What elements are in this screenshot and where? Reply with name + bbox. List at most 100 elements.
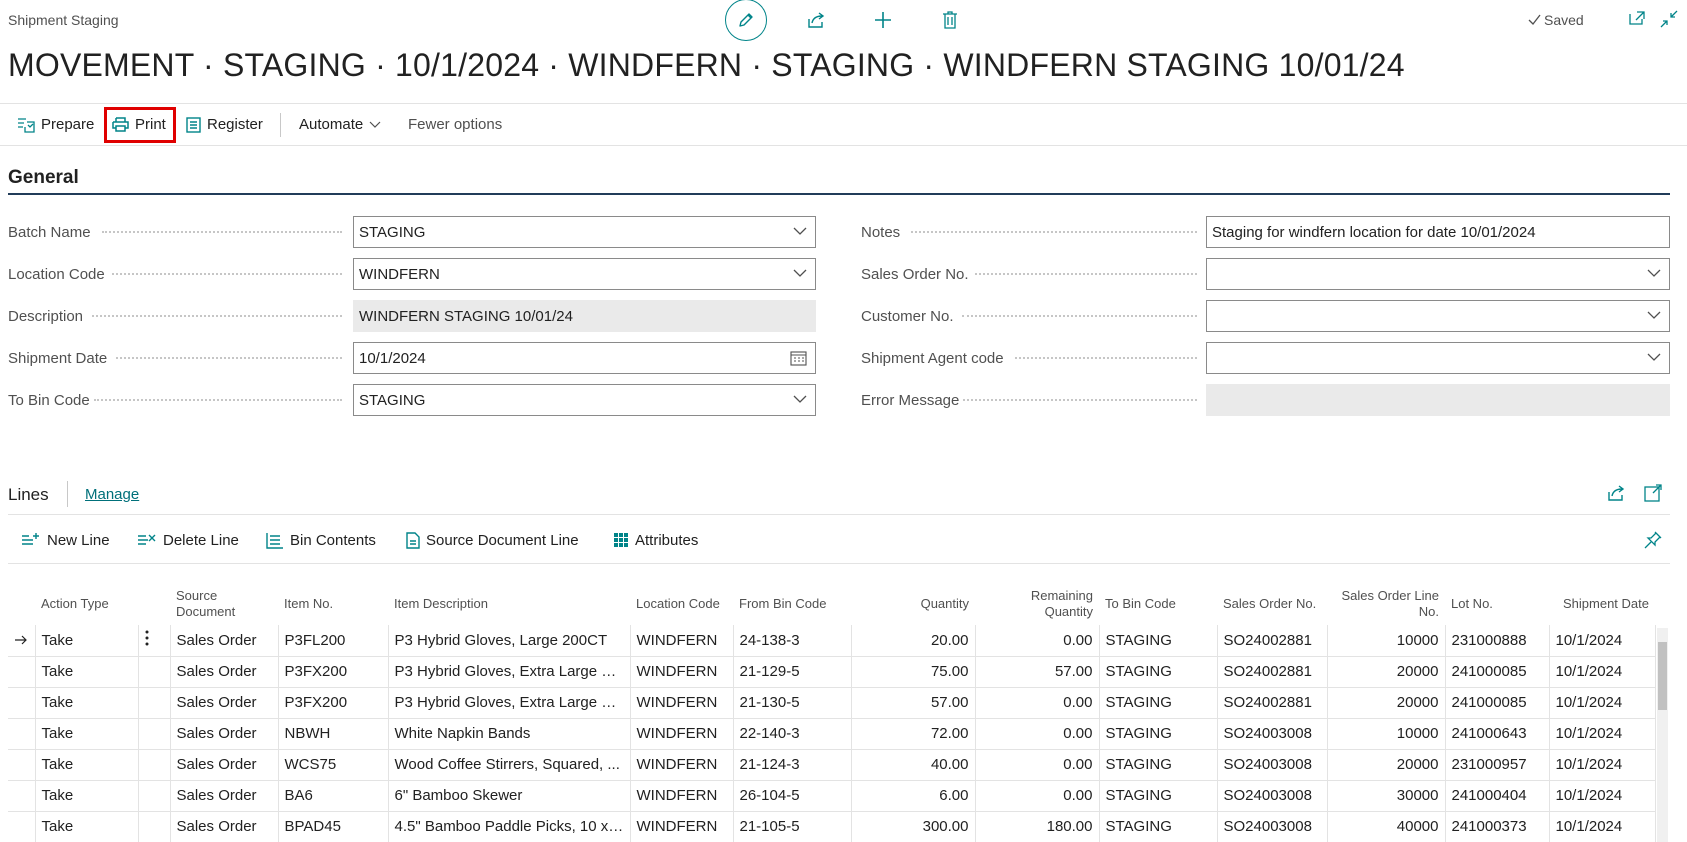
cell-location-code[interactable]: WINDFERN [630, 749, 734, 781]
row-menu[interactable] [138, 718, 171, 750]
cell-from-bin-code[interactable]: 24-138-3 [733, 625, 852, 657]
shipment-date-field[interactable]: 10/1/2024 [353, 342, 816, 374]
cell-item-description[interactable]: Wood Coffee Stirrers, Squared, ... [388, 749, 631, 781]
column-header-item-description[interactable]: Item Description [388, 583, 630, 625]
cell-from-bin-code[interactable]: 21-129-5 [733, 656, 852, 688]
cell-item-no[interactable]: BPAD45 [278, 811, 389, 842]
cell-source-document[interactable]: Sales Order [170, 749, 279, 781]
cell-sales-order-no[interactable]: SO24003008 [1217, 718, 1328, 750]
cell-remaining-quantity[interactable]: 180.00 [975, 811, 1100, 842]
cell-location-code[interactable]: WINDFERN [630, 687, 734, 719]
cell-location-code[interactable]: WINDFERN [630, 656, 734, 688]
table-row[interactable]: Take Sales Order BPAD45 4.5" Bamboo Paddle … [8, 811, 1656, 842]
new-line-button[interactable]: New Line [21, 528, 110, 552]
cell-item-description[interactable]: P3 Hybrid Gloves, Extra Large 20... [388, 687, 631, 719]
cell-sales-order-no[interactable]: SO24003008 [1217, 780, 1328, 812]
cell-remaining-quantity[interactable]: 0.00 [975, 625, 1100, 657]
cell-from-bin-code[interactable]: 21-130-5 [733, 687, 852, 719]
cell-item-description[interactable]: P3 Hybrid Gloves, Large 200CT [388, 625, 631, 657]
column-header-quantity[interactable]: Quantity [851, 583, 975, 625]
cell-source-document[interactable]: Sales Order [170, 718, 279, 750]
cell-action-type[interactable]: Take [35, 625, 139, 657]
cell-action-type[interactable]: Take [35, 656, 139, 688]
row-menu[interactable] [138, 656, 171, 688]
cell-remaining-quantity[interactable]: 0.00 [975, 687, 1100, 719]
bin-contents-button[interactable]: Bin Contents [266, 528, 376, 552]
table-row[interactable]: Take Sales Order WCS75 Wood Coffee Stirrers… [8, 749, 1656, 781]
cell-lot-no[interactable]: 231000888 [1445, 625, 1550, 657]
cell-source-document[interactable]: Sales Order [170, 780, 279, 812]
cell-location-code[interactable]: WINDFERN [630, 780, 734, 812]
table-row[interactable]: Take Sales Order P3FX200 P3 Hybrid Gloves, … [8, 687, 1656, 719]
cell-quantity[interactable]: 40.00 [851, 749, 976, 781]
cell-item-description[interactable]: 4.5" Bamboo Paddle Picks, 10 x ... [388, 811, 631, 842]
cell-location-code[interactable]: WINDFERN [630, 718, 734, 750]
cell-remaining-quantity[interactable]: 57.00 [975, 656, 1100, 688]
cell-quantity[interactable]: 20.00 [851, 625, 976, 657]
table-row[interactable]: Take Sales Order NBWH White Napkin Bands WIN… [8, 718, 1656, 750]
cell-sales-order-line-no[interactable]: 10000 [1327, 625, 1446, 657]
row-selector[interactable] [8, 749, 36, 781]
cell-location-code[interactable]: WINDFERN [630, 811, 734, 842]
row-selector[interactable] [8, 687, 36, 719]
column-header-shipment-date[interactable]: Shipment Date [1549, 583, 1655, 625]
cell-action-type[interactable]: Take [35, 780, 139, 812]
attributes-button[interactable]: Attributes [613, 528, 698, 552]
pin-icon[interactable] [1644, 531, 1662, 549]
edit-button[interactable] [725, 0, 767, 41]
batch-name-field[interactable]: STAGING [353, 216, 816, 248]
column-header-location-code[interactable]: Location Code [630, 583, 733, 625]
cell-shipment-date[interactable]: 10/1/2024 [1549, 718, 1656, 750]
cell-to-bin-code[interactable]: STAGING [1099, 811, 1218, 842]
cell-sales-order-line-no[interactable]: 20000 [1327, 656, 1446, 688]
column-header-lot-no[interactable]: Lot No. [1445, 583, 1549, 625]
cell-to-bin-code[interactable]: STAGING [1099, 625, 1218, 657]
cell-quantity[interactable]: 57.00 [851, 687, 976, 719]
cell-shipment-date[interactable]: 10/1/2024 [1549, 625, 1656, 657]
cell-item-no[interactable]: BA6 [278, 780, 389, 812]
row-menu[interactable] [138, 780, 171, 812]
notes-field[interactable]: Staging for windfern location for date 1… [1206, 216, 1670, 248]
cell-item-description[interactable]: White Napkin Bands [388, 718, 631, 750]
cell-action-type[interactable]: Take [35, 749, 139, 781]
delete-button[interactable] [932, 2, 968, 38]
cell-from-bin-code[interactable]: 21-105-5 [733, 811, 852, 842]
table-row[interactable]: Take Sales Order BA6 6" Bamboo Skewer WINDFE… [8, 780, 1656, 812]
cell-shipment-date[interactable]: 10/1/2024 [1549, 656, 1656, 688]
cell-action-type[interactable]: Take [35, 811, 139, 842]
cell-sales-order-line-no[interactable]: 40000 [1327, 811, 1446, 842]
row-selector[interactable] [8, 780, 36, 812]
fewer-options-button[interactable]: Fewer options [408, 104, 502, 145]
column-header-sales-order-no[interactable]: Sales Order No. [1217, 583, 1327, 625]
cell-from-bin-code[interactable]: 21-124-3 [733, 749, 852, 781]
cell-to-bin-code[interactable]: STAGING [1099, 687, 1218, 719]
column-header-item-no[interactable]: Item No. [278, 583, 388, 625]
column-header-sales-order-line-no[interactable]: Sales Order Line No. [1327, 583, 1445, 625]
cell-sales-order-no[interactable]: SO24003008 [1217, 749, 1328, 781]
cell-source-document[interactable]: Sales Order [170, 656, 279, 688]
column-header-remaining-quantity[interactable]: Remaining Quantity [975, 583, 1099, 625]
cell-remaining-quantity[interactable]: 0.00 [975, 780, 1100, 812]
lines-scrollbar-thumb[interactable] [1658, 642, 1667, 710]
calendar-icon[interactable] [790, 350, 807, 366]
register-button[interactable]: Register [186, 104, 263, 145]
row-menu[interactable] [138, 687, 171, 719]
cell-sales-order-line-no[interactable]: 20000 [1327, 687, 1446, 719]
row-selector[interactable] [8, 718, 36, 750]
cell-item-no[interactable]: P3FX200 [278, 656, 389, 688]
cell-action-type[interactable]: Take [35, 687, 139, 719]
cell-source-document[interactable]: Sales Order [170, 625, 279, 657]
new-button[interactable] [865, 2, 901, 38]
print-button[interactable]: Print [112, 104, 166, 145]
cell-quantity[interactable]: 300.00 [851, 811, 976, 842]
expand-icon[interactable] [1644, 484, 1662, 502]
cell-sales-order-line-no[interactable]: 10000 [1327, 718, 1446, 750]
customer-no-field[interactable] [1206, 300, 1670, 332]
cell-lot-no[interactable]: 241000373 [1445, 811, 1550, 842]
cell-item-no[interactable]: WCS75 [278, 749, 389, 781]
cell-location-code[interactable]: WINDFERN [630, 625, 734, 657]
cell-to-bin-code[interactable]: STAGING [1099, 718, 1218, 750]
cell-shipment-date[interactable]: 10/1/2024 [1549, 811, 1656, 842]
cell-sales-order-no[interactable]: SO24002881 [1217, 687, 1328, 719]
cell-from-bin-code[interactable]: 26-104-5 [733, 780, 852, 812]
